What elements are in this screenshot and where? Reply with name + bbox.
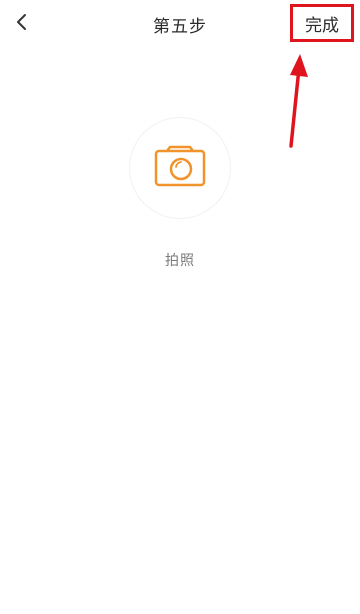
header-bar: 第五步 完成 <box>0 0 360 48</box>
camera-icon <box>153 145 207 191</box>
done-button-label: 完成 <box>305 15 339 36</box>
photo-label: 拍照 <box>165 253 195 269</box>
camera-button[interactable] <box>130 118 230 218</box>
done-button[interactable]: 完成 <box>290 4 354 42</box>
page: 第五步 完成 拍照 <box>0 0 360 614</box>
annotation-arrow-icon <box>289 54 308 148</box>
